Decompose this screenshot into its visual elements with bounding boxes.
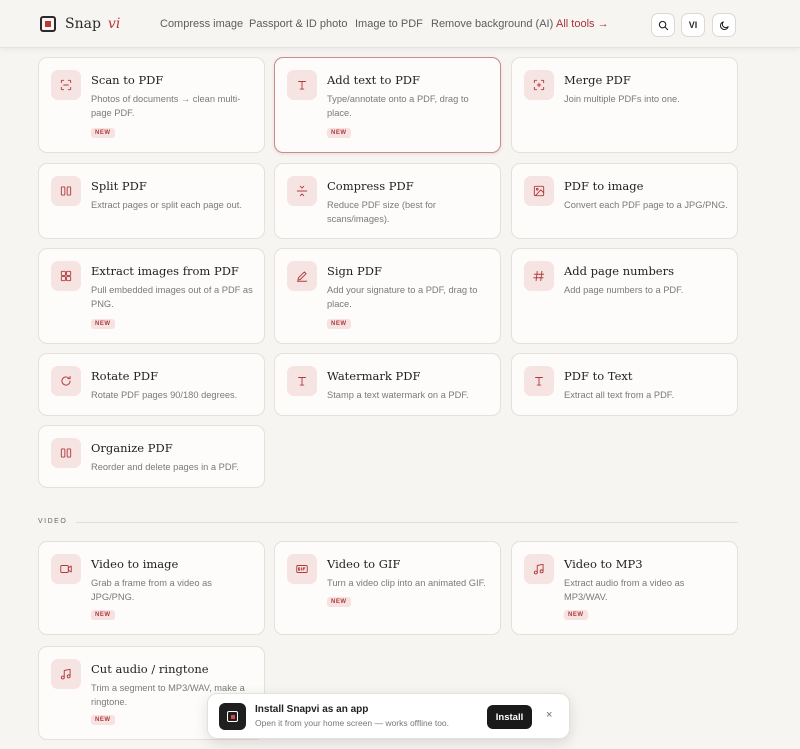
search-button[interactable] bbox=[651, 13, 675, 37]
tool-card-split-pdf[interactable]: Split PDF Extract pages or split each pa… bbox=[38, 163, 265, 239]
section-divider bbox=[76, 522, 738, 523]
text-icon bbox=[287, 366, 317, 396]
tool-title: PDF to Text bbox=[564, 369, 633, 383]
nav-image-to-pdf[interactable]: Image to PDF bbox=[355, 18, 423, 30]
tool-title: Video to GIF bbox=[327, 557, 401, 571]
tool-description: Extract all text from a PDF. bbox=[564, 390, 675, 400]
tool-card-video-to-image[interactable]: Video to image Grab a frame from a video… bbox=[38, 541, 265, 635]
tool-card-video-to-gif[interactable]: Video to GIF Turn a video clip into an a… bbox=[274, 541, 501, 635]
new-badge: NEW bbox=[564, 610, 588, 620]
tool-title: Organize PDF bbox=[91, 441, 173, 455]
tool-card-sign-pdf[interactable]: Sign PDF Add your signature to a PDF, dr… bbox=[274, 248, 501, 344]
tool-description: Grab a frame from a video as JPG/PNG. bbox=[91, 578, 212, 602]
tool-description: Stamp a text watermark on a PDF. bbox=[327, 390, 469, 400]
tool-card-scan-to-pdf[interactable]: Scan to PDF Photos of documents → clean … bbox=[38, 57, 265, 153]
tool-description: Pull embedded images out of a PDF as PNG… bbox=[91, 285, 253, 309]
tool-title: Rotate PDF bbox=[91, 369, 159, 383]
theme-toggle-button[interactable] bbox=[712, 13, 736, 37]
tool-card-compress-pdf[interactable]: Compress PDF Reduce PDF size (best for s… bbox=[274, 163, 501, 239]
new-badge: NEW bbox=[91, 128, 115, 138]
install-prompt-title: Install Snapvi as an app bbox=[255, 704, 369, 715]
grid-icon bbox=[51, 261, 81, 291]
tool-description: Extract audio from a video as MP3/WAV. bbox=[564, 578, 685, 602]
tool-title: PDF to image bbox=[564, 179, 644, 193]
tool-description: Type/annotate onto a PDF, drag to place. bbox=[327, 94, 469, 118]
tool-description: Convert each PDF page to a JPG/PNG. bbox=[564, 200, 728, 210]
tool-title: Add text to PDF bbox=[327, 73, 421, 87]
brand-logo[interactable]: Snap vi bbox=[40, 16, 120, 32]
scan-icon bbox=[51, 70, 81, 100]
new-badge: NEW bbox=[91, 610, 115, 620]
new-badge: NEW bbox=[327, 128, 351, 138]
merge-icon bbox=[524, 70, 554, 100]
tool-title: Video to image bbox=[91, 557, 179, 571]
tool-title: Sign PDF bbox=[327, 264, 382, 278]
tool-card-pdf-to-text[interactable]: PDF to Text Extract all text from a PDF. bbox=[511, 353, 738, 416]
text-icon bbox=[524, 366, 554, 396]
install-prompt-subtitle: Open it from your home screen — works of… bbox=[255, 718, 450, 728]
tool-title: Video to MP3 bbox=[564, 557, 643, 571]
tool-description: Turn a video clip into an animated GIF. bbox=[327, 578, 486, 588]
language-button[interactable]: VI bbox=[681, 13, 705, 37]
text-icon bbox=[287, 70, 317, 100]
tool-title: Merge PDF bbox=[564, 73, 631, 87]
rotate-icon bbox=[51, 366, 81, 396]
tool-title: Watermark PDF bbox=[327, 369, 421, 383]
tool-description: Add page numbers to a PDF. bbox=[564, 285, 684, 295]
split-icon bbox=[51, 176, 81, 206]
new-badge: NEW bbox=[327, 319, 351, 329]
nav-all-tools[interactable]: All tools → bbox=[556, 18, 609, 30]
tool-title: Extract images from PDF bbox=[91, 264, 239, 278]
nav-remove-background[interactable]: Remove background (AI) bbox=[431, 18, 553, 30]
tool-description: Rotate PDF pages 90/180 degrees. bbox=[91, 390, 238, 400]
brand-name: Snap bbox=[65, 16, 101, 32]
install-app-prompt: Install Snapvi as an app Open it from yo… bbox=[207, 693, 570, 739]
tool-description: Extract pages or split each page out. bbox=[91, 200, 242, 210]
tool-title: Add page numbers bbox=[564, 264, 675, 278]
organize-icon bbox=[51, 438, 81, 468]
tool-description: Reorder and delete pages in a PDF. bbox=[91, 462, 239, 472]
tool-card-add-text-to-pdf[interactable]: Add text to PDF Type/annotate onto a PDF… bbox=[274, 57, 501, 153]
top-header: Snap vi Compress image Passport & ID pho… bbox=[0, 0, 800, 48]
install-button[interactable]: Install bbox=[487, 705, 532, 729]
tool-card-organize-pdf[interactable]: Organize PDF Reorder and delete pages in… bbox=[38, 425, 265, 488]
gif-icon bbox=[287, 554, 317, 584]
section-label-video: VIDEO bbox=[38, 518, 68, 525]
tool-title: Scan to PDF bbox=[91, 73, 164, 87]
nav-passport-photo[interactable]: Passport & ID photo bbox=[249, 18, 347, 30]
new-badge: NEW bbox=[91, 715, 115, 725]
tool-title: Compress PDF bbox=[327, 179, 414, 193]
new-badge: NEW bbox=[91, 319, 115, 329]
app-icon bbox=[219, 703, 246, 730]
tool-description: Reduce PDF size (best for scans/images). bbox=[327, 200, 437, 224]
tool-card-rotate-pdf[interactable]: Rotate PDF Rotate PDF pages 90/180 degre… bbox=[38, 353, 265, 416]
music-icon bbox=[51, 659, 81, 689]
nav-compress-image[interactable]: Compress image bbox=[160, 18, 243, 30]
tool-card-pdf-to-image[interactable]: PDF to image Convert each PDF page to a … bbox=[511, 163, 738, 239]
tool-card-add-page-numbers[interactable]: Add page numbers Add page numbers to a P… bbox=[511, 248, 738, 344]
image-icon bbox=[524, 176, 554, 206]
moon-icon bbox=[719, 20, 729, 30]
hash-icon bbox=[524, 261, 554, 291]
brand-accent: vi bbox=[107, 16, 121, 32]
tool-card-watermark-pdf[interactable]: Watermark PDF Stamp a text watermark on … bbox=[274, 353, 501, 416]
tool-description: Add your signature to a PDF, drag to pla… bbox=[327, 285, 478, 309]
video-icon bbox=[51, 554, 81, 584]
tool-description: Photos of documents → clean multi-page P… bbox=[91, 94, 241, 118]
tool-card-extract-images[interactable]: Extract images from PDF Pull embedded im… bbox=[38, 248, 265, 344]
tool-title: Split PDF bbox=[91, 179, 147, 193]
new-badge: NEW bbox=[327, 597, 351, 607]
close-icon[interactable]: × bbox=[546, 709, 552, 721]
search-icon bbox=[658, 20, 668, 30]
tool-title: Cut audio / ringtone bbox=[91, 662, 209, 676]
tool-card-video-to-mp3[interactable]: Video to MP3 Extract audio from a video … bbox=[511, 541, 738, 635]
pen-icon bbox=[287, 261, 317, 291]
compress-icon bbox=[287, 176, 317, 206]
music-icon bbox=[524, 554, 554, 584]
logo-icon bbox=[40, 16, 56, 32]
tool-card-merge-pdf[interactable]: Merge PDF Join multiple PDFs into one. bbox=[511, 57, 738, 153]
tool-description: Join multiple PDFs into one. bbox=[564, 94, 680, 104]
